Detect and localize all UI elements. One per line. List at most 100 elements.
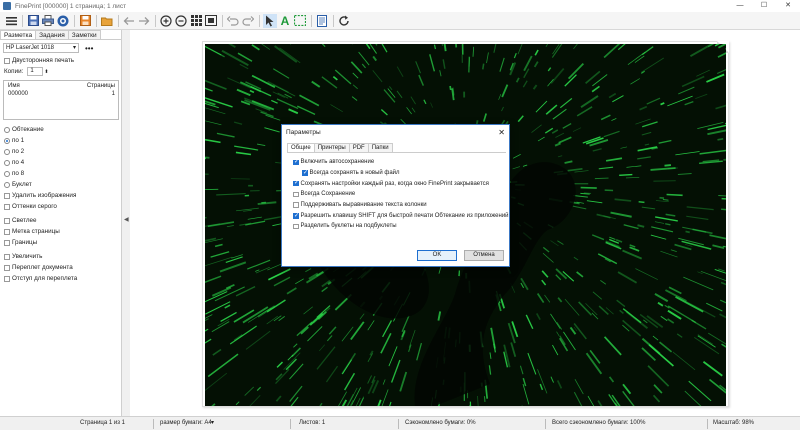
checkbox[interactable] <box>4 217 10 224</box>
dialog-option[interactable]: Всегда сохранять в новый файл <box>302 168 509 179</box>
option-lighter[interactable]: Светлее <box>4 215 121 226</box>
radio-1up[interactable]: по 1 <box>4 135 121 146</box>
menu-icon[interactable] <box>4 14 18 28</box>
matrix-streak <box>325 365 339 383</box>
tab-layout[interactable]: Разметка <box>0 30 37 39</box>
checkbox[interactable] <box>293 158 299 166</box>
list-item[interactable]: 000000 1 <box>4 89 118 97</box>
forward-arrow-icon[interactable] <box>137 14 151 28</box>
collapse-arrow-icon[interactable]: ◀ <box>124 216 129 223</box>
settings-dialog: Параметры ✕ Общие Принтеры PDF Папки Вкл… <box>281 124 510 267</box>
radio-button[interactable] <box>4 137 10 144</box>
option-gutter[interactable]: Отступ для переплета <box>4 273 121 284</box>
radio-button[interactable] <box>4 126 10 133</box>
matrix-streak <box>350 61 363 74</box>
tab-notes[interactable]: Заметки <box>67 30 101 39</box>
print-icon[interactable] <box>41 14 55 28</box>
select-arrow-icon[interactable] <box>263 13 277 28</box>
duplex-checkbox[interactable] <box>4 57 10 64</box>
matrix-streak <box>675 296 704 313</box>
checkbox[interactable] <box>293 180 299 187</box>
save-icon[interactable] <box>26 14 40 28</box>
dialog-option[interactable]: Поддерживать выравнивание текста колонки <box>293 200 509 211</box>
option-enlarge[interactable]: Увеличить <box>4 251 121 262</box>
duplex-option[interactable]: Двусторонняя печать <box>4 57 121 64</box>
checkbox[interactable] <box>4 203 10 210</box>
matrix-streak <box>531 124 542 133</box>
checkbox[interactable] <box>293 223 299 230</box>
status-paper-size[interactable]: размер бумаги: A4 <box>160 417 212 430</box>
dialog-option-label: Всегда сохранять в новый файл <box>309 170 400 177</box>
dialog-option-label: Разрешить клавишу SHIFT для быстрой печа… <box>300 212 509 219</box>
radio-label: Обтекание <box>12 126 44 133</box>
matrix-streak <box>536 293 545 304</box>
radio-4up[interactable]: по 4 <box>4 157 121 168</box>
radio-button[interactable] <box>4 170 10 177</box>
option-page-stamp[interactable]: Метка страницы <box>4 226 121 237</box>
option-grayscale[interactable]: Оттенки серого <box>4 201 121 212</box>
maximize-button[interactable]: ☐ <box>752 0 776 12</box>
tab-folders[interactable]: Папки <box>367 143 393 152</box>
cancel-button[interactable]: Отмена <box>464 250 504 261</box>
back-arrow-icon[interactable] <box>122 14 136 28</box>
radio-booklet[interactable]: Буклет <box>4 179 121 190</box>
printer-properties-button[interactable]: ••• <box>85 44 93 53</box>
chevron-down-icon[interactable]: ▾ <box>211 417 214 430</box>
redo-icon[interactable] <box>241 14 255 28</box>
window-title: FinePrint [000000] 1 страница; 1 лист <box>15 2 127 10</box>
radio-8up[interactable]: по 8 <box>4 168 121 179</box>
radio-button[interactable] <box>4 181 10 188</box>
checkbox[interactable] <box>4 228 10 235</box>
checkbox[interactable] <box>4 192 10 199</box>
fineprint-icon[interactable] <box>56 14 70 28</box>
checkbox[interactable] <box>4 239 10 246</box>
zoom-in-icon[interactable] <box>159 14 173 28</box>
matrix-streak <box>706 73 725 83</box>
document-icon[interactable] <box>315 14 329 28</box>
selection-rect-icon[interactable] <box>293 14 307 28</box>
radio-2up[interactable]: по 2 <box>4 146 121 157</box>
option-binding[interactable]: Переплет документа <box>4 262 121 273</box>
save-as-icon[interactable] <box>78 14 92 28</box>
dialog-option[interactable]: Разделить буклеты на подбуклеты <box>293 221 509 232</box>
copies-spinner[interactable]: ⬍ <box>44 69 48 75</box>
checkbox[interactable] <box>293 191 299 198</box>
tab-pdf[interactable]: PDF <box>348 143 369 152</box>
radio-button[interactable] <box>4 148 10 155</box>
close-button[interactable]: ✕ <box>776 0 800 12</box>
printer-select[interactable]: HP LaserJet 1018 ▾ <box>3 43 79 53</box>
tab-printers[interactable]: Принтеры <box>313 143 350 152</box>
minimize-button[interactable]: — <box>728 0 752 12</box>
option-label: Светлее <box>12 217 37 224</box>
matrix-streak <box>249 89 255 94</box>
matrix-streak <box>266 315 278 325</box>
tab-jobs[interactable]: Задания <box>35 30 69 39</box>
radio-button[interactable] <box>4 159 10 166</box>
dialog-option[interactable]: Всегда Сохранение <box>293 189 509 200</box>
open-folder-icon[interactable] <box>100 14 114 28</box>
zoom-out-icon[interactable] <box>174 14 188 28</box>
dialog-option[interactable]: Включить автосохранение <box>293 157 509 168</box>
checkbox[interactable] <box>293 202 299 208</box>
checkbox[interactable] <box>4 275 10 282</box>
checkbox[interactable] <box>4 264 10 271</box>
tab-general[interactable]: Общие <box>287 143 315 152</box>
undo-icon[interactable] <box>226 14 240 28</box>
radio-wrap[interactable]: Обтекание <box>4 124 121 135</box>
text-tool-icon[interactable]: A <box>278 14 292 28</box>
checkbox[interactable] <box>4 253 10 260</box>
checkbox[interactable] <box>293 212 299 219</box>
option-remove-images[interactable]: Удалить изображения <box>4 190 121 201</box>
copies-input[interactable]: 1 <box>27 67 44 76</box>
option-borders[interactable]: Границы <box>4 237 121 248</box>
close-icon[interactable]: ✕ <box>498 128 505 137</box>
matrix-streak <box>437 311 442 321</box>
refresh-icon[interactable] <box>337 14 351 28</box>
dialog-option[interactable]: Разрешить клавишу SHIFT для быстрой печа… <box>293 210 509 221</box>
dialog-option[interactable]: Сохранять настройки каждый раз, когда ок… <box>293 178 509 189</box>
checkbox[interactable] <box>302 169 308 176</box>
fit-page-icon[interactable] <box>204 14 218 28</box>
grid-view-icon[interactable] <box>189 14 203 28</box>
panel-splitter[interactable]: ◀ <box>123 30 130 416</box>
ok-button[interactable]: OK <box>417 250 457 261</box>
